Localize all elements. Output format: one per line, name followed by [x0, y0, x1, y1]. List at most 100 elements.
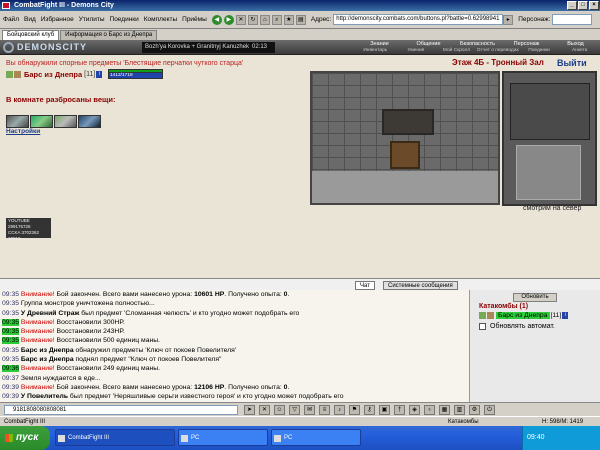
compass-icon[interactable] — [510, 83, 590, 140]
chat-toolbar: ➤ ✕ ☺ ▽ ✉ ≡ ♪ ⚑ ⚷ ▣ † ◈ ♁ ▦ ▥ ⚙ ⏻ — [244, 405, 495, 415]
clear-icon[interactable]: ✕ — [259, 405, 270, 415]
private-icon[interactable]: ✉ — [304, 405, 315, 415]
room-items-label: В комнате разбросаны вещи: — [6, 95, 116, 104]
menu-utilities[interactable]: Утилиты — [79, 16, 105, 23]
menu-file[interactable]: Файл — [3, 16, 19, 23]
nav-profile[interactable]: Анкета — [559, 48, 600, 54]
tab-chat[interactable]: Чат — [355, 281, 375, 290]
chat-log[interactable]: 09:35 Внимание! Бой закончен. Всего вами… — [0, 290, 470, 402]
favorites-icon[interactable]: ★ — [283, 14, 294, 25]
dungeon-view[interactable] — [310, 71, 500, 205]
search-icon[interactable]: ⌕ — [271, 14, 282, 25]
location-panel: Обновить Катакомбы (1) Барс из Днепра [1… — [470, 290, 600, 402]
person-level: [11] — [550, 312, 562, 319]
chat-segment[interactable]: У Древний Страж — [19, 310, 79, 317]
loot-item[interactable] — [30, 115, 53, 128]
nav-security[interactable]: Безопасность — [453, 41, 502, 47]
auto-refresh-toggle[interactable]: Обновлять автомат. — [479, 323, 555, 330]
nav-exit[interactable]: Выход — [551, 41, 600, 47]
tab-system-messages[interactable]: Системные сообщения — [383, 281, 458, 290]
sword-icon[interactable]: † — [394, 405, 405, 415]
nav-transfer-report[interactable]: Отчет о переводах — [477, 48, 519, 54]
character-name[interactable]: Барс из Днепра — [24, 70, 82, 79]
stop-icon[interactable]: ✕ — [235, 14, 246, 25]
demonscity-logo: DEMONSCITY — [3, 41, 133, 54]
menu-duels[interactable]: Поединки — [110, 16, 139, 23]
chat-line: 09:39 У Повелитель был предмет 'Неряшлив… — [0, 392, 469, 401]
menu-view[interactable]: Вид — [24, 16, 36, 23]
chat-segment: Бой закончен. Всего вами нанесено урона: — [54, 383, 195, 391]
chat-line: 09:36 Внимание! Восстановили 249 единиц … — [0, 364, 469, 373]
home-icon[interactable]: ⌂ — [259, 14, 270, 25]
print-icon[interactable]: ▤ — [295, 14, 306, 25]
power-icon[interactable]: ⏻ — [484, 405, 495, 415]
book-icon[interactable]: ▥ — [454, 405, 465, 415]
map-icon[interactable]: ▦ — [439, 405, 450, 415]
checkbox[interactable] — [479, 323, 486, 330]
chat-segment[interactable]: Барс из Днепра — [19, 356, 74, 363]
gear-icon[interactable]: ⚙ — [469, 405, 480, 415]
tab-fight-club[interactable]: Бойцовский клуб — [2, 30, 60, 40]
shield-icon[interactable]: ◈ — [409, 405, 420, 415]
menu-favorites[interactable]: Избранное — [41, 16, 74, 23]
exit-link[interactable]: Выйти — [557, 58, 587, 68]
address-label: Адрес: — [310, 16, 332, 23]
loot-item[interactable] — [78, 115, 101, 128]
chat-segment: 09:35 — [2, 309, 20, 317]
go-icon[interactable]: ▸ — [503, 14, 514, 25]
back-icon[interactable]: ◀ — [211, 14, 222, 25]
chat-line: 09:35 Группа монстров уничтожена полност… — [0, 299, 469, 308]
nav-chat[interactable]: Общение — [404, 41, 453, 47]
chat-segment[interactable]: Барс из Днепра — [19, 347, 74, 354]
taskbar-item[interactable]: PC — [271, 429, 361, 446]
info-icon[interactable]: i — [562, 312, 569, 319]
address-input[interactable]: http://demonscity.combats.com/buttons.pl… — [333, 14, 504, 25]
person-input[interactable] — [552, 14, 593, 25]
gear-icon — [3, 42, 14, 53]
flag-icon[interactable]: ⚑ — [349, 405, 360, 415]
info-icon[interactable]: i — [96, 71, 103, 78]
smile-icon[interactable]: ☺ — [274, 405, 285, 415]
chat-segment: Внимание! — [19, 318, 55, 326]
scroll-icon[interactable]: ≡ — [319, 405, 330, 415]
loot-item[interactable] — [6, 115, 29, 128]
nav-knowledge[interactable]: Знание — [355, 41, 404, 47]
chat-segment: Внимание! — [19, 365, 55, 373]
nav-inventory[interactable]: Инвентарь — [355, 48, 396, 54]
chat-segment[interactable]: У Повелитель — [19, 393, 68, 400]
nav-skills[interactable]: Умения — [396, 48, 437, 54]
chat-segment: 09:37 — [2, 374, 20, 382]
chat-line: 09:35 Внимание! Бой закончен. Всего вами… — [0, 290, 469, 299]
person-row: Барс из Днепра [11] i — [479, 312, 569, 319]
settings-link[interactable]: Настройки — [6, 128, 40, 135]
menu-sets[interactable]: Комплекты — [144, 16, 177, 23]
maximize-button[interactable]: □ — [578, 1, 588, 10]
nav-duels[interactable]: Поединки — [519, 48, 560, 54]
chat-input[interactable]: 9181808080808081 — [4, 405, 238, 415]
taskbar-item[interactable]: CombatFight III — [55, 429, 175, 446]
close-button[interactable]: × — [589, 1, 599, 10]
loot-item[interactable] — [54, 115, 77, 128]
game-header: DEMONSCITY Bozh'ya Korovka + Granitnyj K… — [0, 40, 600, 55]
minimize-button[interactable]: _ — [567, 1, 577, 10]
potion-icon[interactable]: ♁ — [424, 405, 435, 415]
treasure-chest[interactable] — [390, 141, 420, 169]
key-icon[interactable]: ⚷ — [364, 405, 375, 415]
nav-character[interactable]: Персонаж — [502, 41, 551, 47]
sound-icon[interactable]: ♪ — [334, 405, 345, 415]
menu-techniques[interactable]: Приёмы — [182, 16, 207, 23]
nav-my-scroll[interactable]: Мой Скролл — [436, 48, 477, 54]
chat-segment: 12106 HP — [194, 383, 225, 391]
filter-icon[interactable]: ▽ — [289, 405, 300, 415]
person-name[interactable]: Барс из Днепра — [496, 312, 550, 319]
refresh-icon[interactable]: ↻ — [247, 14, 258, 25]
chat-line: 09:35 Внимание! Восстановили 500 единиц … — [0, 336, 469, 345]
forward-icon[interactable]: ▶ — [223, 14, 234, 25]
lock-icon[interactable]: ▣ — [379, 405, 390, 415]
game-clock: 02:13 — [252, 44, 268, 50]
start-button[interactable]: пуск — [0, 426, 50, 450]
send-icon[interactable]: ➤ — [244, 405, 255, 415]
tab-char-info[interactable]: Информация о Барс из Днепра — [60, 30, 158, 40]
taskbar-item[interactable]: PC — [178, 429, 268, 446]
refresh-button[interactable]: Обновить — [513, 293, 557, 302]
